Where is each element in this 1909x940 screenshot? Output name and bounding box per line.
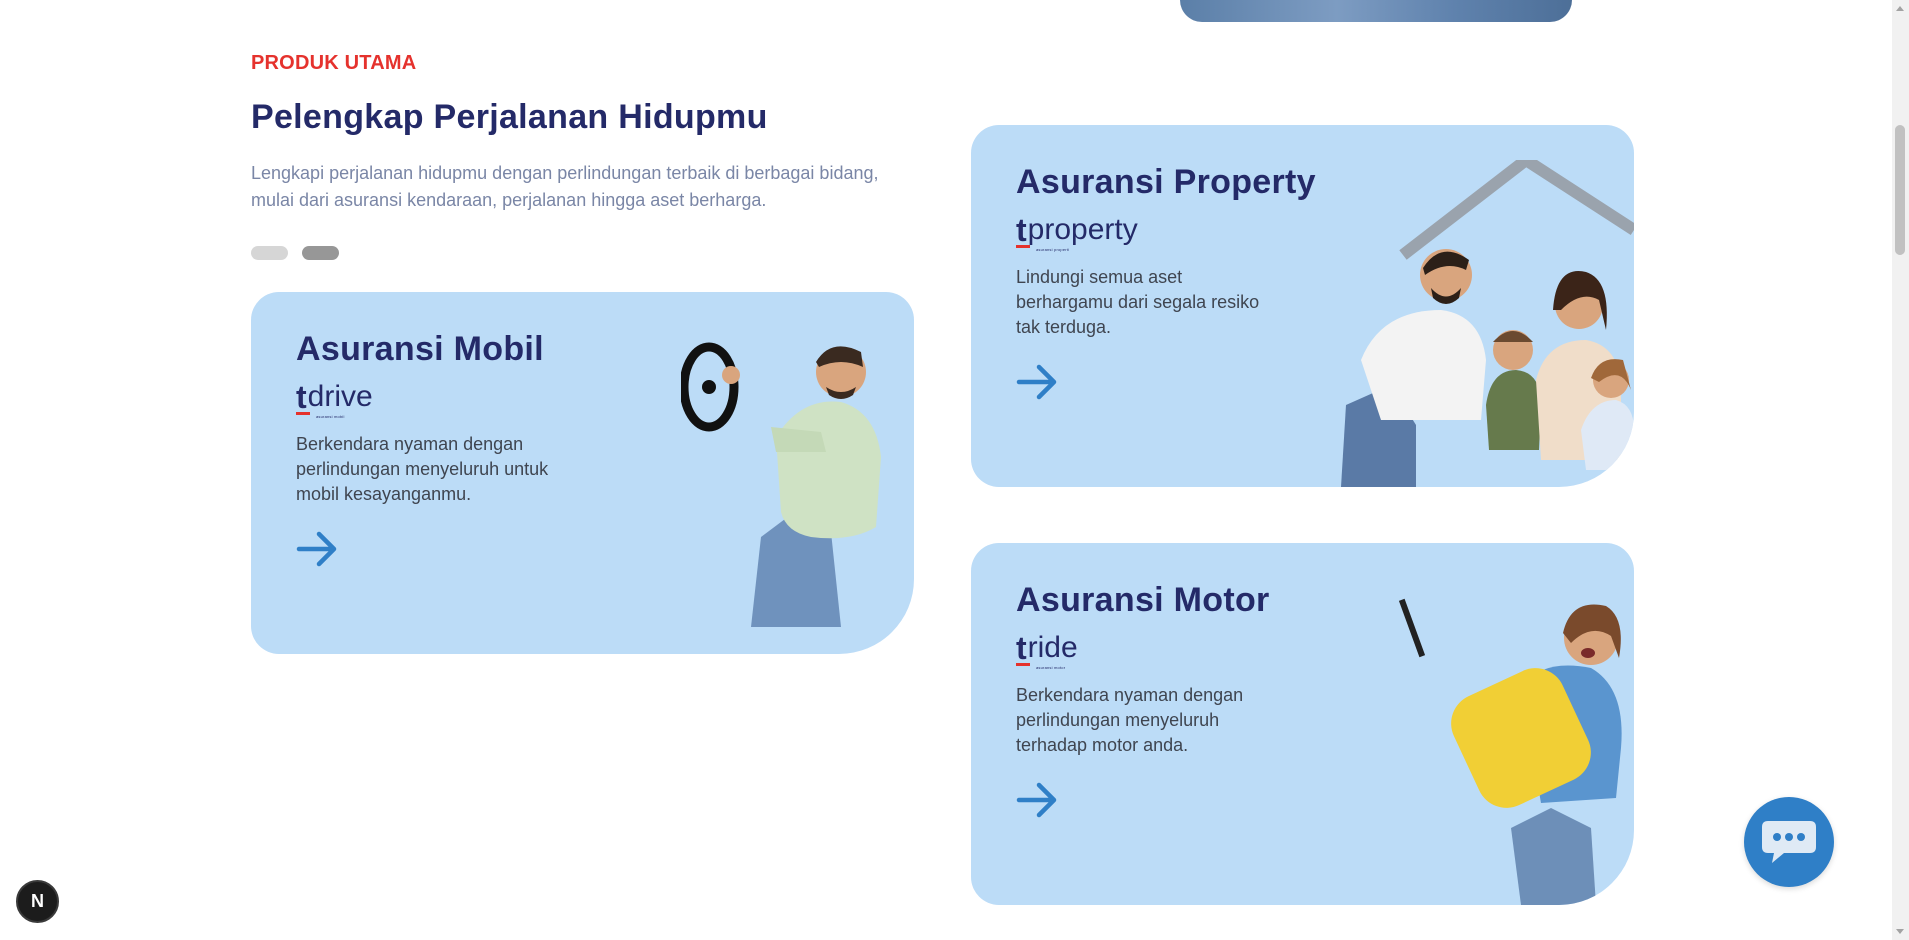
section-title: Pelengkap Perjalanan Hidupmu xyxy=(251,98,768,136)
section-description: Lengkapi perjalanan hidupmu dengan perli… xyxy=(251,163,879,210)
tride-logo: t ride asuransi motor xyxy=(1016,629,1078,670)
family-under-roof-photo xyxy=(1341,160,1634,487)
man-with-steering-wheel-photo xyxy=(681,342,881,627)
section-eyebrow: PRODUK UTAMA xyxy=(251,52,417,74)
brand-word: property xyxy=(1027,213,1138,246)
tdrive-logo: t drive asuransi mobil xyxy=(296,378,373,419)
scrollbar-thumb[interactable] xyxy=(1895,125,1905,255)
brand-t-mark: t xyxy=(1016,212,1030,248)
card-description: Berkendara nyaman dengan perlindungan me… xyxy=(296,434,549,504)
product-card-mobil[interactable]: Asuransi Mobil t drive asuransi mobil Be… xyxy=(251,292,914,654)
brand-subtitle: asuransi properti xyxy=(1036,247,1070,252)
arrow-right-icon[interactable] xyxy=(1015,778,1059,822)
woman-with-suitcase-photo xyxy=(1398,598,1622,905)
tproperty-logo: t property asuransi properti xyxy=(1016,211,1138,252)
arrow-right-icon[interactable] xyxy=(1015,360,1059,404)
vertical-scrollbar[interactable] xyxy=(1892,0,1909,940)
dev-tools-badge[interactable]: N xyxy=(16,880,59,923)
card-title: Asuransi Motor xyxy=(1016,581,1270,619)
brand-word: ride xyxy=(1027,631,1078,664)
carousel-dots xyxy=(251,246,339,260)
card-title: Asuransi Property xyxy=(1016,163,1316,201)
chat-bubble-icon xyxy=(1762,821,1816,863)
brand-subtitle: asuransi motor xyxy=(1036,665,1066,670)
scroll-down-arrow-icon[interactable] xyxy=(1896,929,1904,934)
brand-subtitle: asuransi mobil xyxy=(316,414,345,419)
card-description: Lindungi semua aset berhargamu dari sega… xyxy=(1016,267,1260,337)
carousel-dot-1[interactable] xyxy=(251,246,288,260)
scroll-up-arrow-icon[interactable] xyxy=(1896,6,1904,11)
arrow-right-icon[interactable] xyxy=(295,527,339,571)
hero-image-peek xyxy=(1180,0,1572,22)
carousel-dot-2[interactable] xyxy=(302,246,339,260)
chat-button[interactable] xyxy=(1744,797,1834,887)
brand-word: drive xyxy=(307,380,373,413)
product-card-motor[interactable]: Asuransi Motor t ride asuransi motor Ber… xyxy=(971,543,1634,905)
brand-t-mark: t xyxy=(296,379,310,415)
product-card-property[interactable]: Asuransi Property t property asuransi pr… xyxy=(971,125,1634,487)
card-title: Asuransi Mobil xyxy=(296,330,544,368)
brand-t-mark: t xyxy=(1016,630,1030,666)
card-description: Berkendara nyaman dengan perlindungan me… xyxy=(1016,685,1244,755)
